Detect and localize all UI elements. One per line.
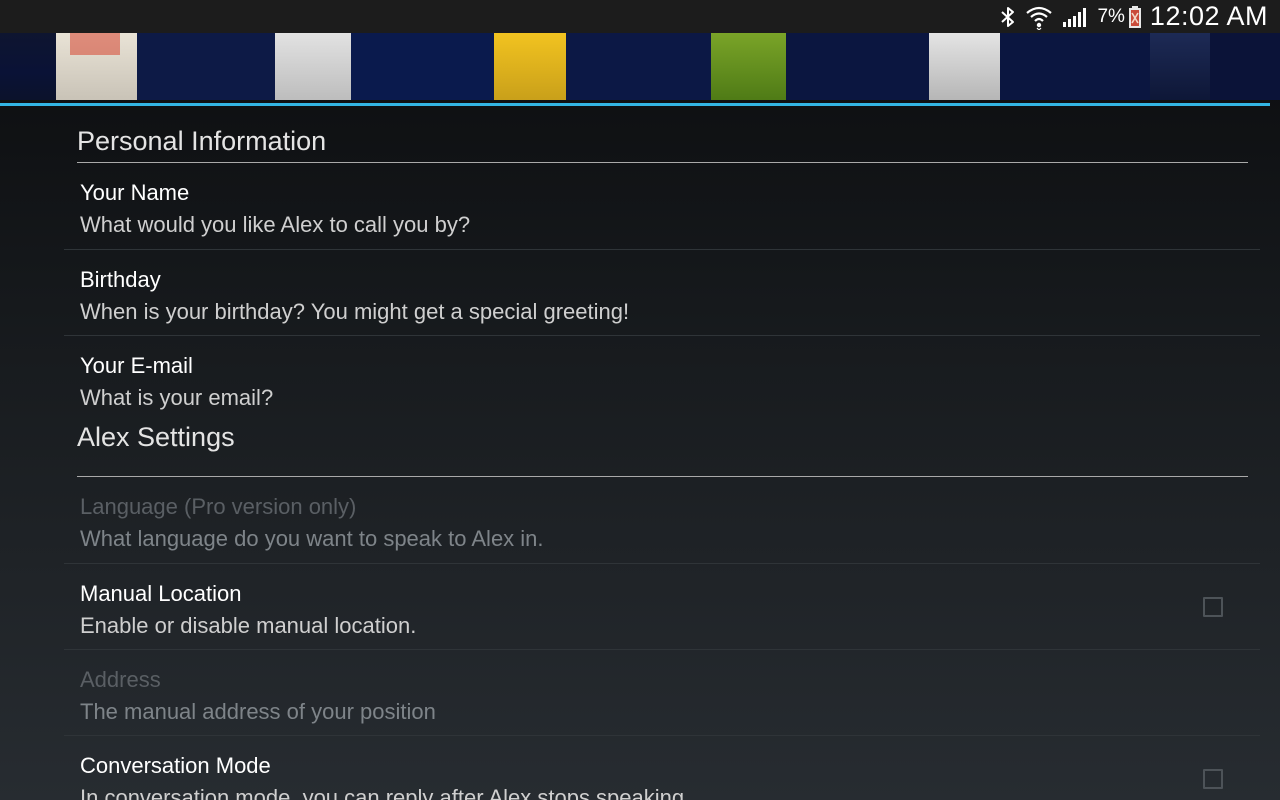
status-clock: 12:02 AM [1149,1,1268,31]
category-title: Personal Information [77,126,327,156]
pref-summary: What is your email? [80,385,274,410]
pref-your-name[interactable]: Your Name What would you like Alex to ca… [64,163,1260,249]
header-banner-image [0,33,1280,100]
pref-title: Birthday [80,267,161,292]
pref-title: Address [80,667,161,692]
pref-title: Language (Pro version only) [80,494,357,519]
preference-list: Personal Information Your Name What woul… [64,106,1260,800]
battery-percent: 7% [1097,5,1125,27]
bluetooth-icon [999,0,1017,33]
pref-title: Your E-mail [80,353,193,378]
pref-title: Your Name [80,180,190,205]
settings-screen: 7% 12:02 AM Personal Information Your Na… [0,0,1280,800]
pref-your-email[interactable]: Your E-mail What is your email? [64,335,1260,421]
pref-manual-location[interactable]: Manual Location Enable or disable manual… [64,563,1260,649]
category-title: Alex Settings [77,422,235,452]
pref-birthday[interactable]: Birthday When is your birthday? You migh… [64,249,1260,335]
pref-summary: The manual address of your position [80,699,436,724]
pref-summary: When is your birthday? You might get a s… [80,299,630,324]
conversation-mode-checkbox[interactable] [1203,769,1223,789]
pref-language: Language (Pro version only) What languag… [64,477,1260,563]
wifi-icon [1025,0,1053,33]
manual-location-checkbox[interactable] [1203,597,1223,617]
pref-summary: What would you like Alex to call you by? [80,212,471,237]
pref-title: Manual Location [80,581,242,606]
pref-address: Address The manual address of your posit… [64,649,1260,735]
pref-summary: In conversation mode, you can reply afte… [80,785,691,800]
category-personal-information: Personal Information [64,106,1260,163]
pref-summary: What language do you want to speak to Al… [80,526,544,551]
pref-summary: Enable or disable manual location. [80,613,417,638]
status-bar: 7% 12:02 AM [0,0,1280,33]
pref-conversation-mode[interactable]: Conversation Mode In conversation mode, … [64,735,1260,800]
signal-icon [1061,0,1089,33]
battery-low-icon [1128,0,1142,33]
pref-title: Conversation Mode [80,753,271,778]
category-alex-settings: Alex Settings [64,421,1260,477]
